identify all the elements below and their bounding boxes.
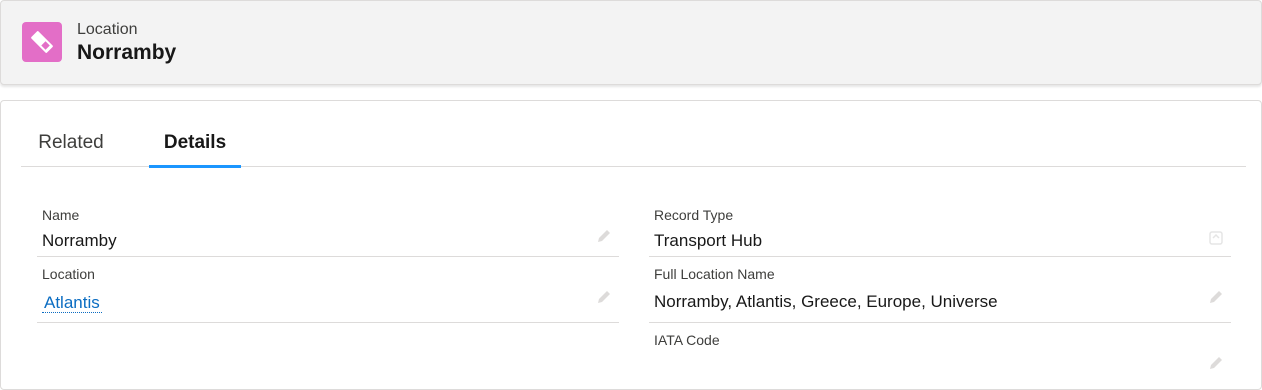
field-value: Norramby: [42, 231, 117, 250]
field-label: Location: [42, 266, 95, 282]
edit-pencil-icon[interactable]: [595, 227, 613, 245]
location-link[interactable]: Atlantis: [42, 293, 102, 313]
field-location: Location Atlantis: [37, 258, 619, 323]
tab-bar: Related Details: [21, 101, 1246, 168]
edit-pencil-icon[interactable]: [1207, 354, 1225, 372]
field-value: Atlantis: [42, 293, 102, 313]
object-type-label: Location: [77, 21, 138, 38]
field-label: Record Type: [654, 207, 734, 223]
details-card: Related Details Name Norramby Location A…: [0, 100, 1262, 390]
field-value: Norramby, Atlantis, Greece, Europe, Univ…: [654, 292, 998, 311]
edit-pencil-icon[interactable]: [595, 288, 613, 306]
field-full-location-name: Full Location Name Norramby, Atlantis, G…: [649, 258, 1231, 323]
change-record-type-icon[interactable]: [1207, 229, 1225, 247]
field-name: Name Norramby: [37, 199, 619, 257]
tab-details[interactable]: Details: [149, 101, 241, 168]
field-label: Name: [42, 207, 80, 223]
edit-pencil-icon[interactable]: [1207, 288, 1225, 306]
tab-related[interactable]: Related: [37, 101, 105, 167]
field-record-type: Record Type Transport Hub: [649, 199, 1231, 257]
record-title: Norramby: [77, 41, 177, 64]
field-label: IATA Code: [654, 332, 720, 348]
record-header: Location Norramby: [0, 0, 1262, 85]
field-iata-code: IATA Code: [649, 324, 1231, 384]
field-value: Transport Hub: [654, 231, 763, 250]
field-label: Full Location Name: [654, 266, 775, 282]
location-pin-icon: [22, 22, 62, 62]
